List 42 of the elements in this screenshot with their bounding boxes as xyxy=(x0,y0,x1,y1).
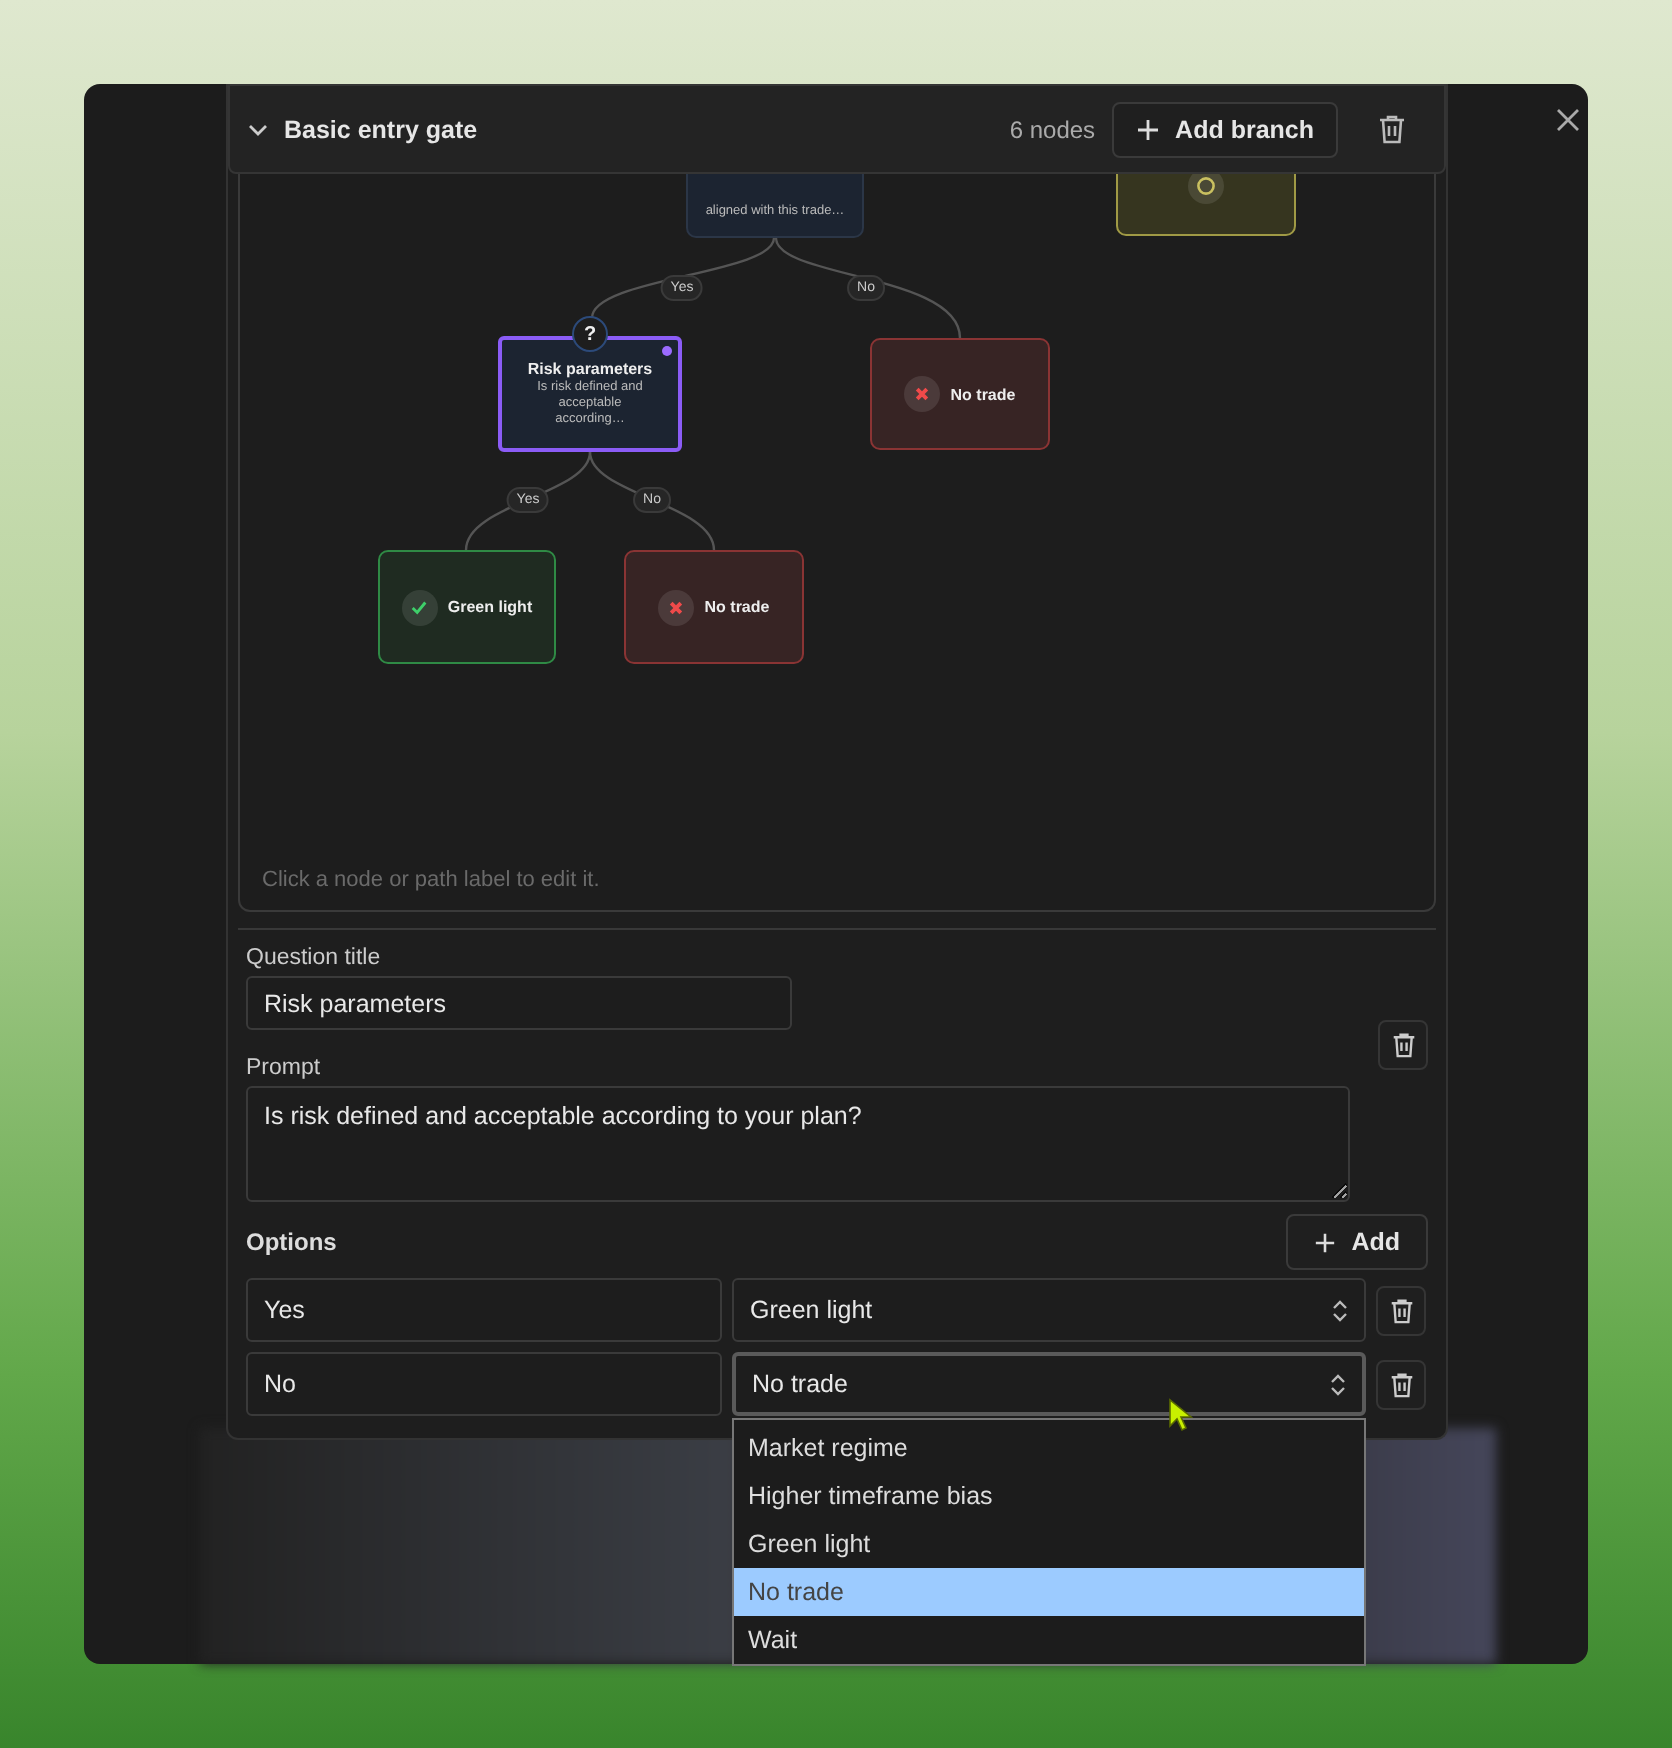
node-count: 6 nodes xyxy=(1009,115,1096,143)
target-select[interactable]: Green light xyxy=(732,1278,1366,1342)
updown-icon xyxy=(1332,1299,1348,1321)
add-option-button[interactable]: Add xyxy=(1285,1214,1428,1270)
options-label: Options xyxy=(246,1228,337,1256)
question-title-field[interactable]: Risk parameters xyxy=(246,976,792,1030)
connector-line xyxy=(464,451,592,551)
prompt-field[interactable]: Is risk defined and acceptable according to your plan? xyxy=(246,1086,1350,1202)
check-icon xyxy=(401,589,438,625)
diagram-node[interactable]: No trade xyxy=(624,550,804,664)
target-select[interactable]: No trade xyxy=(732,1352,1366,1416)
diagram-node[interactable]: No trade xyxy=(870,338,1050,450)
selection-dot xyxy=(662,346,672,356)
updown-icon xyxy=(1330,1373,1346,1395)
node-title: Risk parameters xyxy=(527,360,653,379)
node-title: No trade xyxy=(950,385,1016,403)
close-icon[interactable] xyxy=(1552,104,1584,136)
gate-title: Basic entry gate xyxy=(284,115,478,143)
dropdown-option[interactable]: Higher timeframe bias xyxy=(734,1472,1364,1520)
answer-field[interactable]: No xyxy=(246,1352,722,1416)
field-label: Prompt xyxy=(246,1056,323,1080)
question-badge: ? xyxy=(572,316,608,352)
answer-field[interactable]: Yes xyxy=(246,1278,722,1342)
cursor-icon xyxy=(1168,1398,1196,1434)
dropdown-option[interactable]: No trade xyxy=(734,1568,1364,1616)
cross-icon xyxy=(658,589,695,625)
dropdown-option[interactable]: Market regime xyxy=(734,1424,1364,1472)
dropdown-option[interactable]: Wait xyxy=(734,1616,1364,1664)
delete-icon[interactable] xyxy=(1376,1285,1426,1335)
diagram-node[interactable]: Green light xyxy=(378,550,556,664)
plus-icon xyxy=(1135,117,1160,141)
node-title: Green light xyxy=(447,598,533,616)
dropdown-option[interactable]: Green light xyxy=(734,1520,1364,1568)
delete-icon[interactable] xyxy=(1378,1019,1428,1069)
node-title: No trade xyxy=(704,598,770,616)
plus-icon xyxy=(1313,1231,1336,1253)
cross-icon xyxy=(904,376,941,412)
chevron-icon[interactable] xyxy=(248,119,268,139)
canvas-hint: Click a node or path label to edit it. xyxy=(262,868,600,892)
delete-icon[interactable] xyxy=(1376,1359,1426,1409)
field-label: Question title xyxy=(246,946,383,970)
add-branch-button[interactable]: Add branch xyxy=(1111,101,1338,157)
